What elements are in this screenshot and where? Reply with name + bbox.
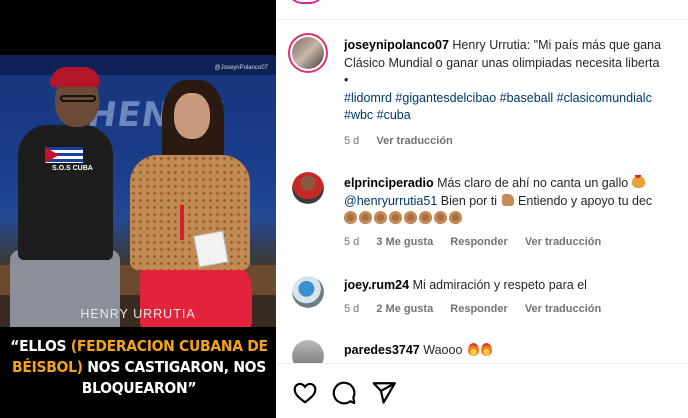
- caption-bullet: •: [344, 73, 349, 87]
- man-glasses: [60, 95, 96, 102]
- comment-meta: 5 d 3 Me gusta Responder Ver traducción: [344, 236, 615, 248]
- comment-likes[interactable]: 2 Me gusta: [376, 303, 433, 315]
- comment-body: joey.rum24 Mi admiración y respeto para …: [344, 277, 688, 295]
- clap-emoji-icon: [449, 211, 462, 224]
- woman-face: [174, 93, 210, 139]
- caption-time[interactable]: 5 d: [344, 135, 359, 147]
- overlay-quote: “ELLOS (FEDERACION CUBANA DE BÉISBOL) NO…: [4, 336, 274, 399]
- fire-emoji-icon: [467, 343, 479, 356]
- caption-text-line2: Clásico Mundial o ganar unas olimpiadas …: [344, 55, 660, 70]
- comment-body: paredes3747 Waooo: [344, 342, 688, 360]
- caption-body: joseynipolanco07 Henry Urrutia: "Mi país…: [344, 37, 688, 125]
- comment-likes[interactable]: 3 Me gusta: [376, 236, 433, 248]
- avatar[interactable]: [292, 276, 324, 308]
- overlay-name: HENRY URRUTIA: [80, 307, 196, 321]
- post-header-remnant: [276, 0, 688, 20]
- avatar[interactable]: [292, 172, 324, 204]
- comment-meta: 5 d 2 Me gusta Responder Ver traducción: [344, 303, 615, 315]
- comment-text: Waooo: [423, 343, 463, 357]
- comment-time[interactable]: 5 d: [344, 236, 359, 248]
- header-avatar[interactable]: [288, 0, 324, 4]
- man-body: [18, 125, 113, 260]
- lanyard: [180, 205, 184, 240]
- comment-icon[interactable]: [331, 380, 357, 406]
- caption-meta: 5 d Ver traducción: [344, 135, 467, 147]
- caption-hashtags-line2[interactable]: #wbc #cuba: [344, 108, 411, 122]
- clap-emoji-icon: [434, 211, 447, 224]
- clap-emoji-icon: [404, 211, 417, 224]
- thumbs-up-emoji-icon: [501, 193, 514, 206]
- comment-username[interactable]: paredes3747: [344, 343, 420, 357]
- caption-translate[interactable]: Ver traducción: [376, 135, 452, 147]
- comment-time[interactable]: 5 d: [344, 303, 359, 315]
- photo-watermark: @JoseynPolanco07: [214, 65, 268, 71]
- heart-icon[interactable]: [292, 380, 318, 406]
- comment-text-line2b: Entiendo y apoyo tu dec: [518, 193, 653, 208]
- post-media[interactable]: HENRY @JoseynPolanco07 S.O.S CUBA HENRY …: [0, 0, 276, 418]
- clap-emoji-icon: [389, 211, 402, 224]
- avatar-image: [292, 172, 324, 204]
- fire-emoji-icon: [480, 343, 492, 356]
- clap-emoji-icon: [344, 211, 357, 224]
- avatar-image: [292, 276, 324, 308]
- clap-emoji-icon: [359, 211, 372, 224]
- translate-button[interactable]: Ver traducción: [525, 303, 601, 315]
- man-cap: [50, 67, 100, 87]
- caption-text: Henry Urrutia: "Mi país más que gana: [452, 38, 662, 52]
- caption-username[interactable]: joseynipolanco07: [344, 38, 449, 52]
- cuba-flag-graphic: [45, 147, 83, 163]
- comment-username[interactable]: joey.rum24: [344, 278, 409, 292]
- avatar-image: [292, 37, 324, 69]
- credential-badge: [193, 230, 229, 268]
- woman-top: [130, 155, 250, 270]
- caption-hashtags[interactable]: #lidomrd #gigantesdelcibao #baseball #cl…: [344, 91, 652, 105]
- comment-text: Mi admiración y respeto para el: [412, 278, 587, 292]
- comment-text-line2: Bien por ti: [440, 193, 498, 208]
- rooster-emoji-icon: [631, 175, 645, 188]
- comments-panel: joseynipolanco07 Henry Urrutia: "Mi país…: [276, 0, 688, 418]
- post-photo: HENRY @JoseynPolanco07 S.O.S CUBA: [0, 55, 276, 327]
- translate-button[interactable]: Ver traducción: [525, 236, 601, 248]
- comment-body: elprinciperadio Más claro de ahí no cant…: [344, 175, 688, 228]
- reply-button[interactable]: Responder: [450, 236, 507, 248]
- shirt-text: S.O.S CUBA: [52, 165, 93, 172]
- quote-part1: “ELLOS: [10, 337, 71, 355]
- clap-emoji-row: [344, 211, 464, 225]
- clap-emoji-icon: [419, 211, 432, 224]
- share-icon[interactable]: [371, 380, 397, 406]
- comment-username[interactable]: elprinciperadio: [344, 176, 434, 190]
- clap-emoji-icon: [374, 211, 387, 224]
- quote-part2: NOS CASTIGARON, NOS BLOQUEARON”: [81, 358, 267, 397]
- reply-button[interactable]: Responder: [450, 303, 507, 315]
- comment-mention[interactable]: @henryurrutia51: [344, 194, 437, 208]
- avatar[interactable]: [288, 33, 328, 73]
- comment-text: Más claro de ahí no canta un gallo: [437, 176, 629, 190]
- action-bar: [276, 363, 688, 418]
